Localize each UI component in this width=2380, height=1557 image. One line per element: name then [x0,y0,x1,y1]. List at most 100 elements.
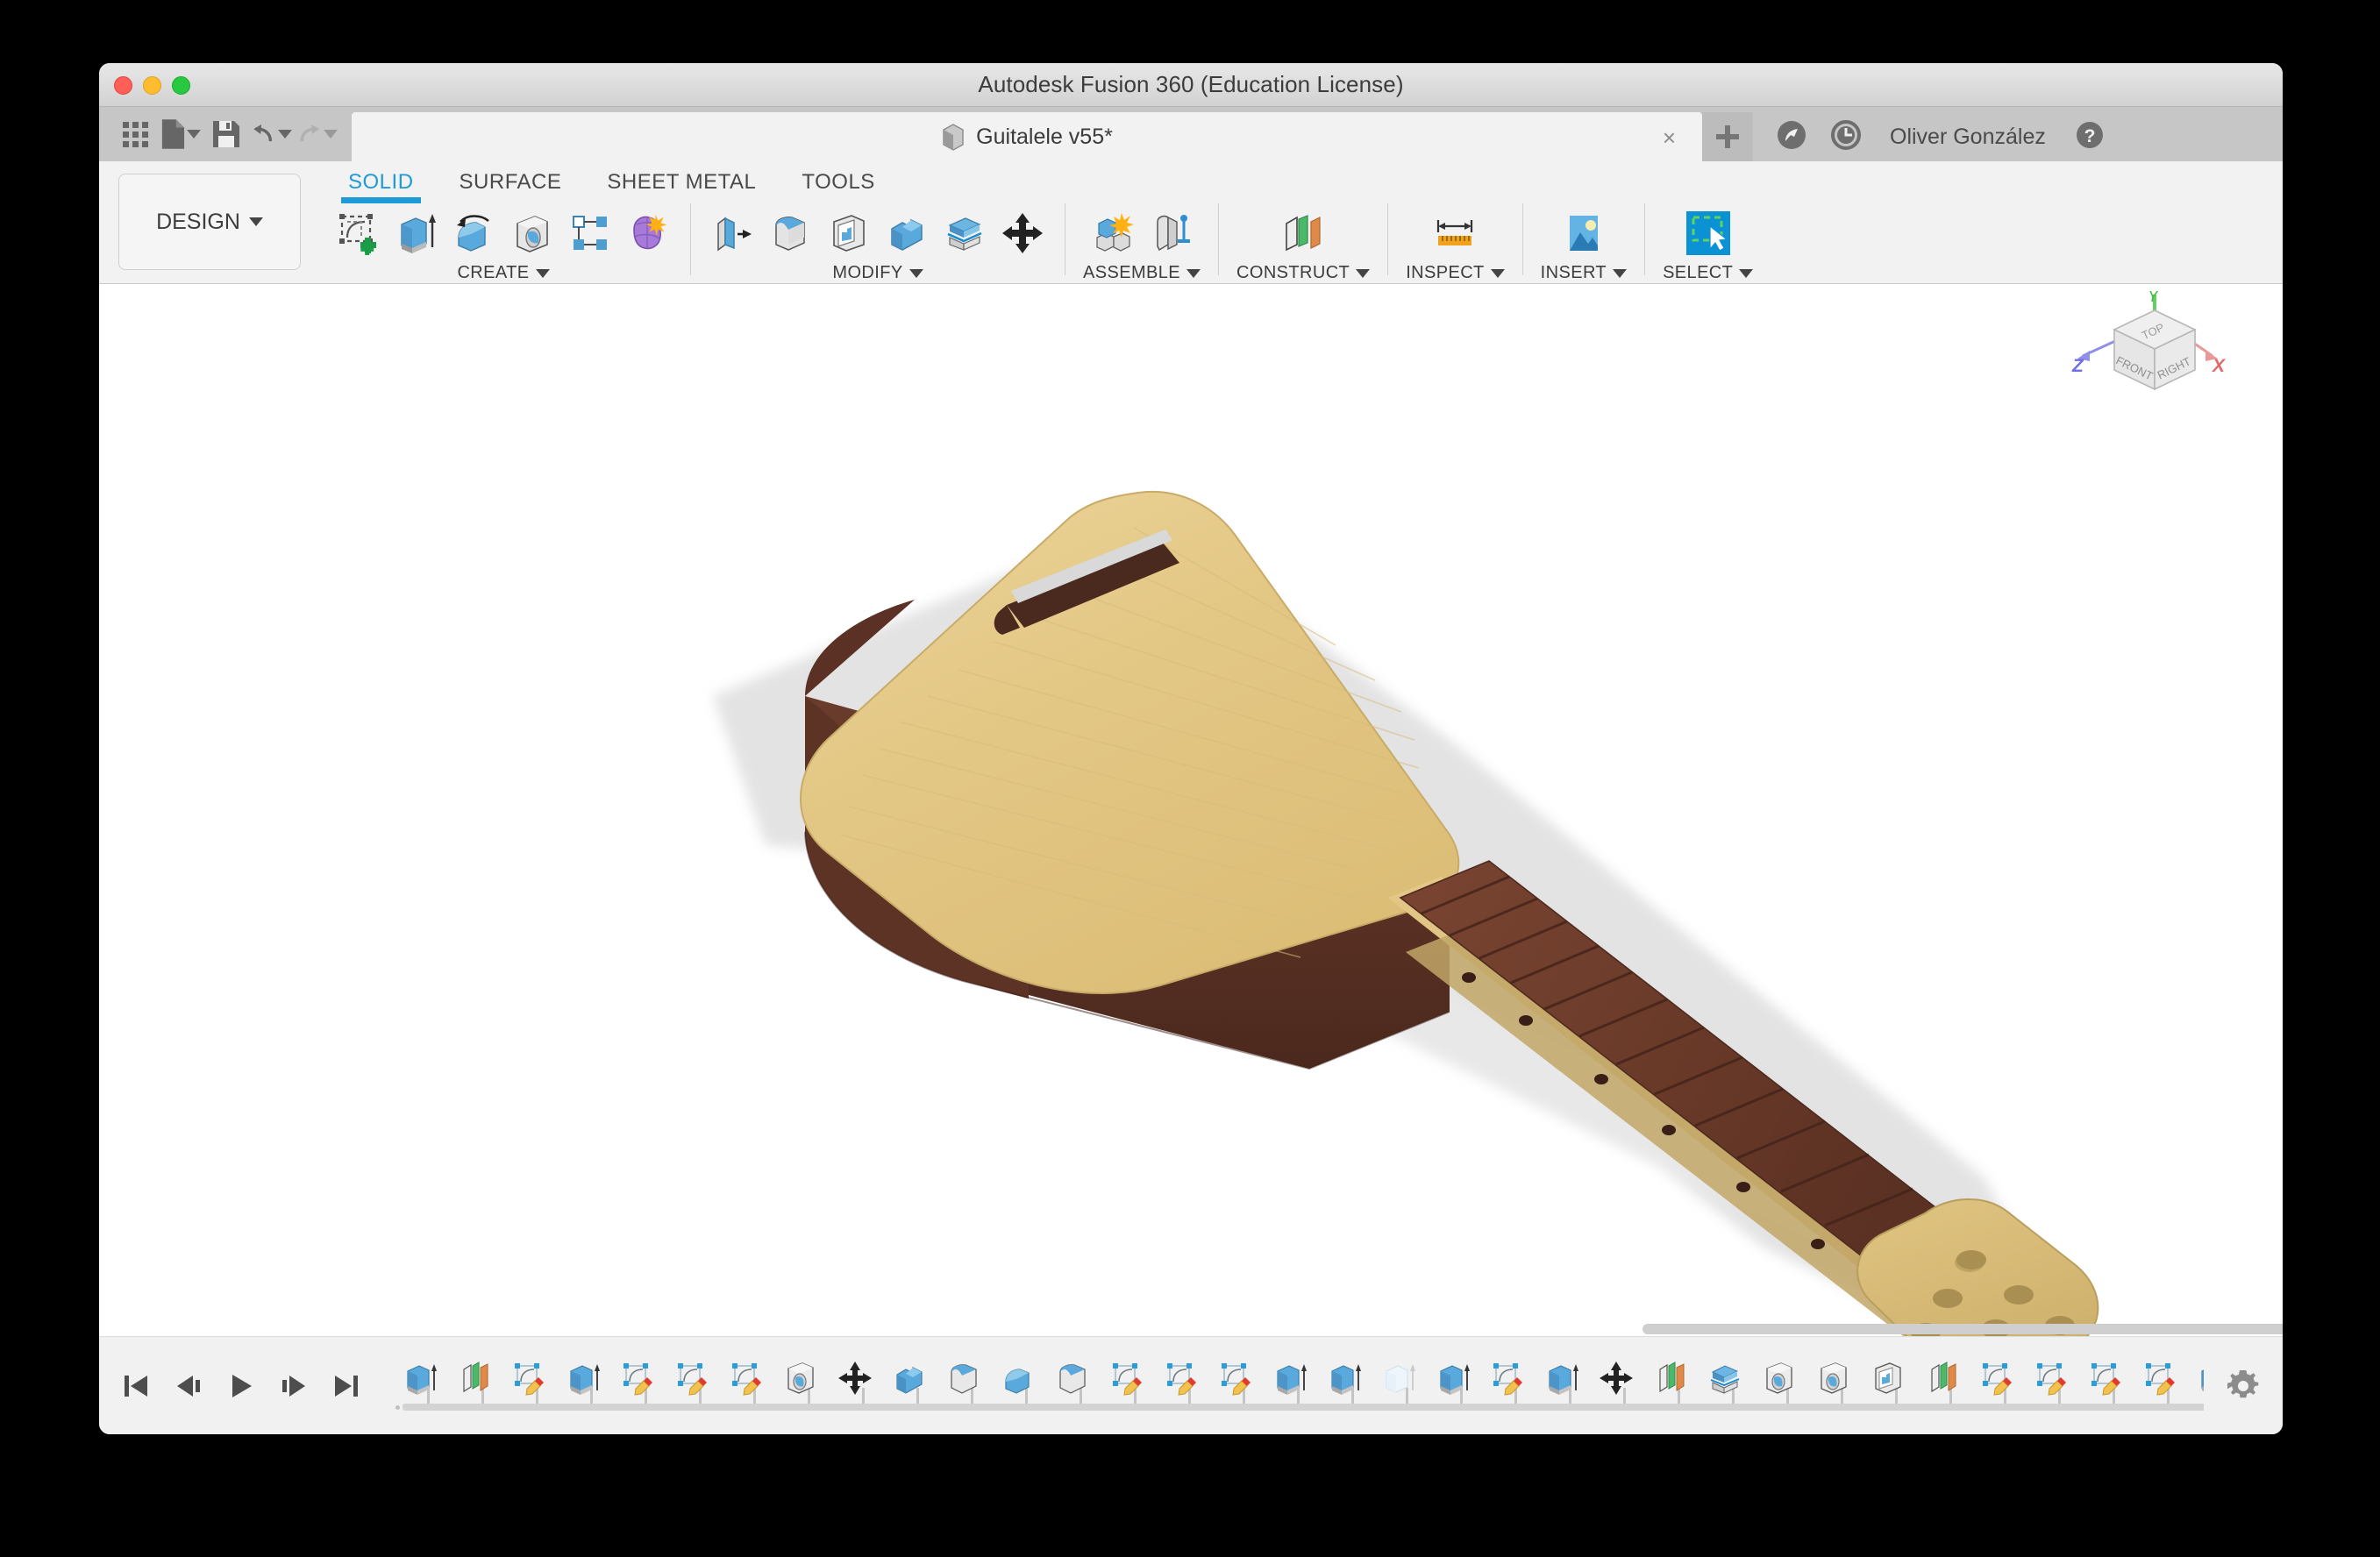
step-forward-icon [279,1371,309,1401]
timeline-feature-extrude[interactable] [1265,1353,1315,1404]
hole-button[interactable] [508,209,557,258]
timeline-feature-plane[interactable] [450,1353,499,1404]
file-menu-button[interactable] [160,114,201,154]
timeline-feature-extrude[interactable] [2190,1353,2204,1404]
panel-inspect-label: INSPECT [1406,263,1504,283]
timeline-feature-fillet[interactable] [939,1353,988,1404]
timeline-feature-extrude[interactable] [1320,1353,1369,1404]
ribbon-tab-tools[interactable]: TOOLS [779,163,897,200]
timeline-feature-plane[interactable] [1918,1353,1967,1404]
timeline-feature-sketch[interactable] [2027,1353,2076,1404]
timeline-feature-sketch[interactable] [2135,1353,2184,1404]
create-form-button[interactable] [624,209,673,258]
timeline-settings-button[interactable] [2204,1368,2283,1404]
undo-button[interactable] [252,114,292,154]
timeline-feature-sketch[interactable] [1211,1353,1260,1404]
timeline-feature-extrude[interactable] [559,1353,608,1404]
view-cube[interactable]: Z X Y TOP FRONT RIGHT [2062,291,2228,423]
timeline-feature-extrude[interactable] [1429,1353,1478,1404]
timeline-feature-hole[interactable] [1755,1353,1804,1404]
close-window-button[interactable] [114,76,132,95]
timeline-feature-hole[interactable] [1809,1353,1858,1404]
viewport-horizontal-scrollbar[interactable] [99,1324,2283,1336]
timeline-step-forward-button[interactable] [276,1366,311,1406]
scrollbar-thumb[interactable] [1642,1324,2283,1334]
timeline-feature-sketch[interactable] [667,1353,716,1404]
chevron-down-icon[interactable] [909,269,923,278]
insert-canvas-button[interactable] [1559,209,1608,258]
minimize-window-button[interactable] [143,76,161,95]
extrude-button[interactable] [392,209,441,258]
split-face-button[interactable] [940,209,989,258]
timeline-feature-extrude[interactable] [1537,1353,1586,1404]
press-pull-button[interactable] [709,209,758,258]
joint-button[interactable] [1146,209,1195,258]
job-status-icon[interactable] [1774,117,1809,157]
move-copy-button[interactable] [998,209,1047,258]
timeline-feature-sketch[interactable] [1157,1353,1206,1404]
cube-body: TOP FRONT RIGHT [2114,310,2195,389]
shell-button[interactable] [824,209,873,258]
fillet-button[interactable] [766,209,816,258]
clock-icon[interactable] [1828,117,1863,157]
timeline-feature-sketch[interactable] [1102,1353,1151,1404]
chevron-down-icon[interactable] [536,269,550,278]
rectangular-pattern-button[interactable] [566,209,615,258]
revolve-button[interactable] [450,209,499,258]
panel-construct: CONSTRUCT [1228,203,1379,283]
new-tab-button[interactable] [1702,112,1753,161]
timeline-feature-revolve[interactable] [994,1353,1043,1404]
chevron-down-icon[interactable] [1491,269,1505,278]
timeline-feature-extrude[interactable] [395,1353,445,1404]
timeline-feature-sketch[interactable] [1483,1353,1532,1404]
workspace-switcher-button[interactable]: DESIGN [118,174,301,270]
document-tab[interactable]: Guitalele v55* × [352,112,1702,161]
timeline-feature-split-face[interactable] [1700,1353,1749,1404]
document-tab-label: Guitalele v55* [976,124,1113,150]
zoom-window-button[interactable] [172,76,190,95]
show-data-panel-button[interactable] [115,114,155,154]
timeline-feature-combine[interactable] [885,1353,934,1404]
timeline-feature-hole[interactable] [776,1353,825,1404]
offset-plane-button[interactable] [1279,209,1328,258]
ribbon-tab-sheet-metal[interactable]: SHEET METAL [584,163,779,200]
timeline-feature-extrude-suppressed[interactable] [1374,1353,1423,1404]
timeline-feature-shell[interactable] [1863,1353,1913,1404]
combine-button[interactable] [882,209,931,258]
panel-divider [690,203,691,275]
fillet-icon [769,211,813,255]
axis-label-x: X [2212,356,2227,376]
timeline-feature-move[interactable] [1592,1353,1641,1404]
create-sketch-button[interactable] [334,209,383,258]
timeline-go-to-end-button[interactable] [329,1366,364,1406]
timeline-step-back-button[interactable] [171,1366,206,1406]
panel-select: SELECT [1654,203,1762,283]
new-component-button[interactable] [1088,209,1137,258]
timeline-feature-move[interactable] [830,1353,880,1404]
timeline-feature-sketch[interactable] [613,1353,662,1404]
3d-viewport[interactable]: Z X Y TOP FRONT RIGHT [99,284,2283,1336]
timeline-feature-sketch[interactable] [722,1353,771,1404]
panel-assemble-label: ASSEMBLE [1083,263,1201,283]
chevron-down-icon[interactable] [1356,269,1370,278]
ribbon-tab-surface[interactable]: SURFACE [437,163,585,200]
chevron-down-icon[interactable] [1613,269,1627,278]
redo-button[interactable] [297,114,338,154]
help-icon[interactable]: ? [2072,117,2107,157]
timeline-feature-fillet[interactable] [1048,1353,1097,1404]
measure-button[interactable] [1430,209,1479,258]
ribbon-tab-solid[interactable]: SOLID [325,163,437,200]
close-tab-button[interactable]: × [1663,126,1676,149]
timeline-play-button[interactable] [224,1366,259,1406]
timeline-feature-sketch[interactable] [2081,1353,2130,1404]
timeline-feature-plane[interactable] [1646,1353,1695,1404]
timeline-go-to-beginning-button[interactable] [118,1366,153,1406]
save-button[interactable] [206,114,246,154]
chevron-down-icon[interactable] [1739,269,1753,278]
chevron-down-icon[interactable] [1186,269,1201,278]
timeline-track[interactable] [395,1337,2204,1435]
timeline-feature-sketch[interactable] [1972,1353,2021,1404]
timeline-feature-sketch[interactable] [504,1353,553,1404]
select-button[interactable] [1684,209,1733,258]
select-icon [1684,209,1733,258]
